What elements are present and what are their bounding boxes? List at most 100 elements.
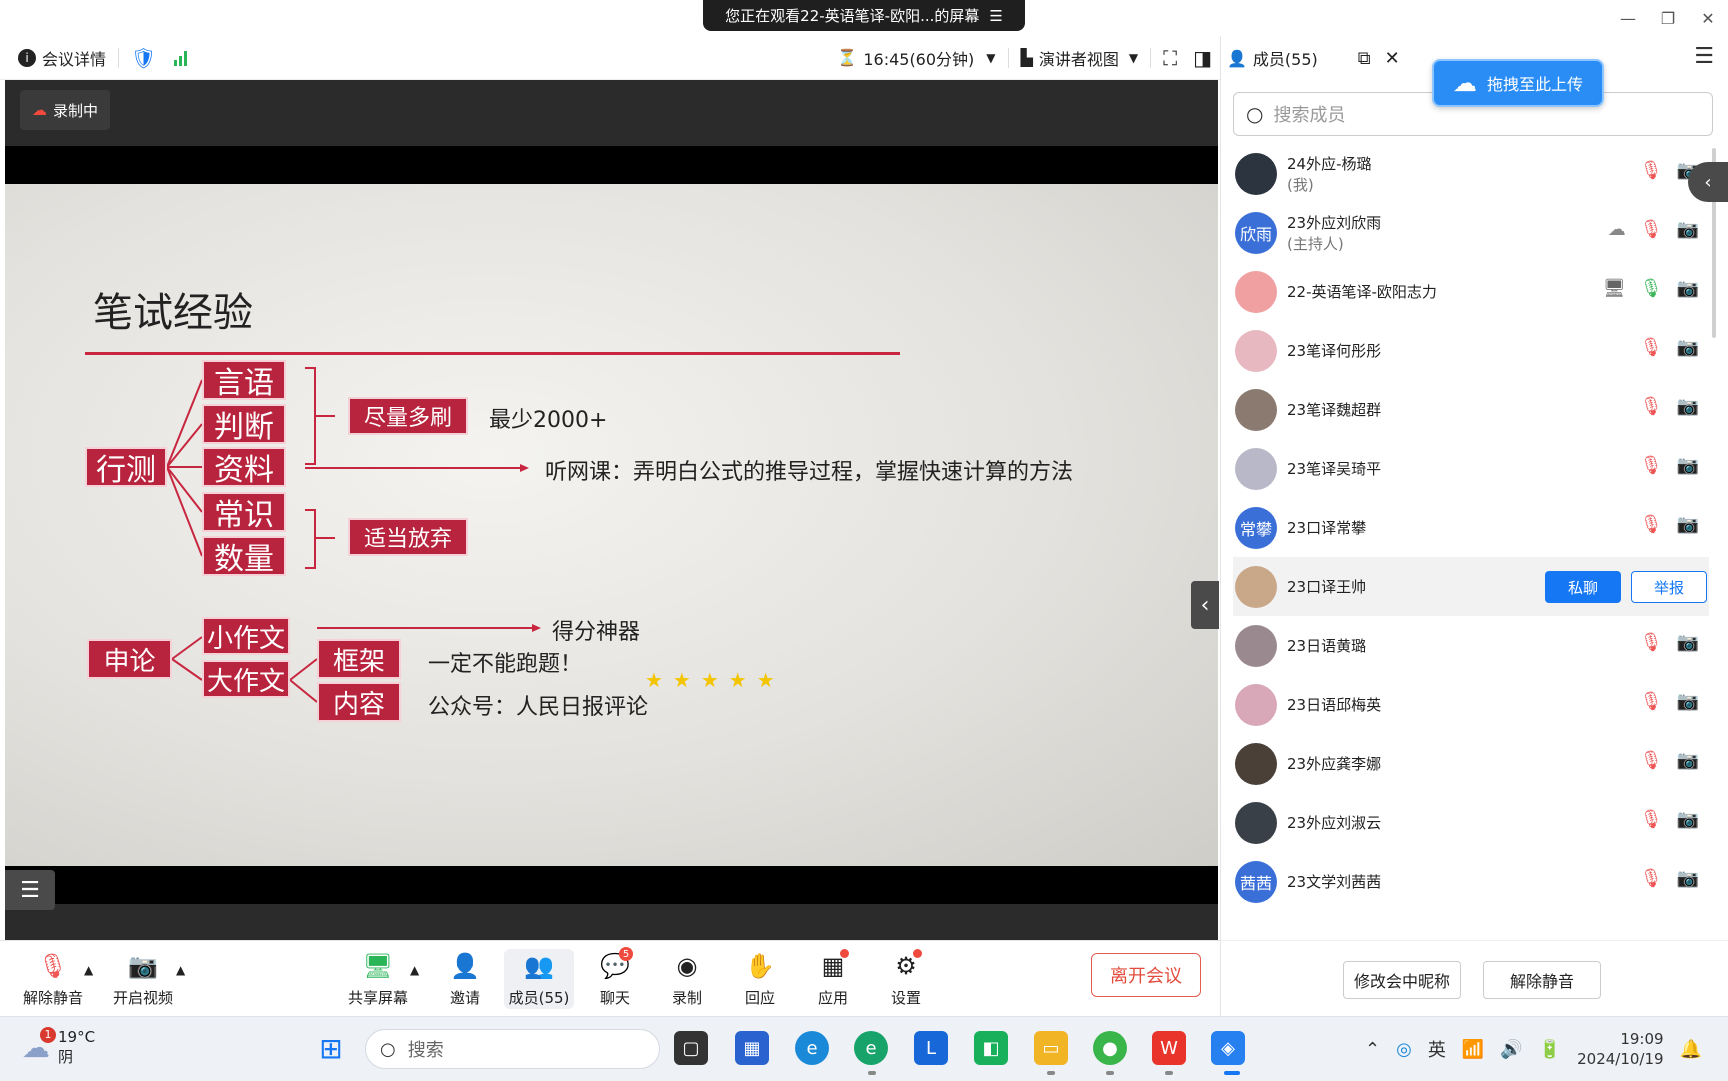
report-button[interactable]: 举报	[1631, 571, 1707, 603]
rename-button[interactable]: 修改会中昵称	[1343, 961, 1461, 999]
camera-off-icon[interactable]: 📷	[1677, 278, 1699, 299]
tray-app-icon[interactable]: ◎	[1396, 1039, 1412, 1060]
wechat-icon[interactable]: ●	[1093, 1031, 1127, 1065]
camera-off-icon[interactable]: 📷	[1677, 632, 1699, 653]
chevron-up-icon[interactable]: ⌃	[1365, 1039, 1380, 1060]
camera-off-icon[interactable]: 📷	[1677, 455, 1699, 476]
mic-muted-icon[interactable]: 🎙	[1640, 396, 1663, 417]
list-item[interactable]: 24外应-杨璐 (我) 🎙 📷	[1233, 144, 1709, 203]
volume-icon[interactable]: 🔊	[1500, 1039, 1522, 1060]
camera-off-icon[interactable]: 📷	[1677, 337, 1699, 358]
menu-icon[interactable]: ☰	[989, 7, 1002, 25]
private-chat-button[interactable]: 私聊	[1545, 571, 1621, 603]
list-item[interactable]: 23笔译魏超群 🎙 📷	[1233, 380, 1709, 439]
edge-browser-icon[interactable]: e	[854, 1031, 888, 1065]
clock[interactable]: 19:09 2024/10/19	[1577, 1029, 1663, 1069]
sidebar-toggle-icon[interactable]: ◨	[1193, 46, 1212, 70]
mic-muted-icon[interactable]: 🎙	[1640, 868, 1663, 889]
camera-off-icon[interactable]: 📷	[1677, 750, 1699, 771]
ime-indicator[interactable]: 英	[1428, 1036, 1446, 1062]
store-icon[interactable]: ▦	[735, 1031, 769, 1065]
screen-share-banner[interactable]: 您正在观看22-英语笔译-欧阳...的屏幕 ☰	[703, 0, 1025, 31]
restore-icon[interactable]: ❐	[1648, 0, 1688, 36]
battery-icon[interactable]: 🔋	[1539, 1039, 1561, 1060]
list-item[interactable]: 23口译王帅 私聊 举报	[1233, 557, 1709, 616]
start-video-button[interactable]: 📷 开启视频	[108, 949, 178, 1008]
mic-muted-icon[interactable]: 🎙	[1640, 514, 1663, 535]
settings-button[interactable]: ⚙ 设置	[871, 949, 941, 1008]
windows-start-icon[interactable]: ⊞	[314, 1031, 348, 1065]
list-item[interactable]: 23日语邱梅英 🎙 📷	[1233, 675, 1709, 734]
mic-muted-icon[interactable]: 🎙	[1640, 691, 1663, 712]
close-window-icon[interactable]: ✕	[1688, 0, 1728, 36]
list-item[interactable]: 23日语黄璐 🎙 📷	[1233, 616, 1709, 675]
timer-button[interactable]: ⏳ 16:45(60分钟) ▼	[837, 46, 995, 70]
chevron-up-icon[interactable]: ▲	[410, 963, 419, 977]
popout-icon[interactable]: ⧉	[1358, 48, 1371, 69]
mic-muted-icon[interactable]: 🎙	[1640, 455, 1663, 476]
lenovo-icon[interactable]: L	[914, 1031, 948, 1065]
node-small-essay: 小作文	[202, 617, 290, 655]
list-item[interactable]: 常攀 23口译常攀 🎙 📷	[1233, 498, 1709, 557]
bag-app-icon[interactable]: ◧	[974, 1031, 1008, 1065]
wps-icon[interactable]: W	[1152, 1031, 1186, 1065]
course-note: 听网课：弄明白公式的推导过程，掌握快速计算的方法	[545, 460, 1074, 485]
list-item[interactable]: 茜茜 23文学刘茜茜 🎙 📷	[1233, 852, 1709, 911]
record-button[interactable]: ◉ 录制	[652, 949, 722, 1008]
list-item[interactable]: 欣雨 23外应刘欣雨 (主持人) ☁ 🎙 📷	[1233, 203, 1709, 262]
chevron-up-icon[interactable]: ▲	[176, 963, 185, 977]
reactions-button[interactable]: ✋ 回应	[725, 949, 795, 1008]
unmute-member-button[interactable]: 解除静音	[1483, 961, 1601, 999]
collapse-panel-chevron-icon[interactable]: ‹	[1191, 581, 1219, 629]
drag-upload-overlay[interactable]: ☁ 拖拽至此上传	[1432, 59, 1604, 107]
content-note: 公众号：人民日报评论	[428, 695, 649, 720]
chat-button[interactable]: 💬 5 聊天	[580, 947, 650, 1008]
meeting-app-icon[interactable]: ◈	[1211, 1031, 1245, 1065]
members-button[interactable]: 👥 成员(55)	[504, 949, 574, 1009]
mic-muted-icon[interactable]: 🎙	[1640, 160, 1663, 181]
notification-bell-icon[interactable]: 🔔	[1680, 1039, 1702, 1060]
list-item[interactable]: 23笔译吴琦平 🎙 📷	[1233, 439, 1709, 498]
signal-icon[interactable]	[174, 50, 188, 66]
meeting-details-button[interactable]: i 会议详情	[18, 46, 106, 70]
wifi-icon[interactable]: 📶	[1462, 1039, 1484, 1060]
chevron-up-icon[interactable]: ▲	[84, 963, 93, 977]
invite-button[interactable]: 👤 邀请	[430, 949, 500, 1008]
taskbar-search-input[interactable]: ○ 搜索	[365, 1029, 660, 1069]
mic-muted-icon[interactable]: 🎙	[1640, 219, 1663, 240]
list-item[interactable]: 22-英语笔译-欧阳志力 🖥 🎙 📷	[1233, 262, 1709, 321]
camera-off-icon[interactable]: 📷	[1677, 396, 1699, 417]
mic-muted-icon[interactable]: 🎙	[1640, 632, 1663, 653]
mic-muted-icon[interactable]: 🎙	[1640, 809, 1663, 830]
edge-icon[interactable]: e	[795, 1031, 829, 1065]
share-screen-button[interactable]: 🖥 共享屏幕	[343, 949, 413, 1008]
camera-off-icon[interactable]: 📷	[1677, 514, 1699, 535]
outline-list-icon[interactable]: ☰	[5, 870, 55, 910]
recording-badge[interactable]: ☁ 录制中	[20, 90, 111, 130]
camera-off-icon[interactable]: 📷	[1677, 219, 1699, 240]
hamburger-menu-icon[interactable]: ☰	[1694, 44, 1714, 69]
camera-off-icon[interactable]: 📷	[1677, 691, 1699, 712]
minimize-icon[interactable]: —	[1608, 0, 1648, 36]
file-explorer-icon[interactable]: ▭	[1034, 1031, 1068, 1065]
unmute-button[interactable]: 🎙 解除静音	[18, 949, 88, 1008]
expand-chevron-icon[interactable]: ‹	[1688, 162, 1728, 202]
list-item[interactable]: 23外应龚李娜 🎙 📷	[1233, 734, 1709, 793]
shield-icon[interactable]: 🛡	[131, 46, 156, 70]
apps-button[interactable]: ▦ 应用	[798, 949, 868, 1008]
mic-muted-icon[interactable]: 🎙	[1640, 337, 1663, 358]
fullscreen-icon[interactable]: ⛶	[1163, 46, 1177, 70]
camera-off-icon[interactable]: 📷	[1677, 868, 1699, 889]
weather-widget[interactable]: ☁ 1 19°C 阴	[22, 1026, 95, 1067]
search-icon: ○	[380, 1038, 396, 1060]
mic-on-icon[interactable]: 🎙	[1640, 278, 1663, 299]
close-panel-icon[interactable]: ✕	[1385, 48, 1400, 69]
mic-muted-icon[interactable]: 🎙	[1640, 750, 1663, 771]
leave-meeting-button[interactable]: 离开会议	[1091, 953, 1201, 997]
list-item[interactable]: 23笔译何彤彤 🎙 📷	[1233, 321, 1709, 380]
task-view-icon[interactable]: ▢	[674, 1031, 708, 1065]
camera-off-icon[interactable]: 📷	[1677, 809, 1699, 830]
hourglass-icon: ⏳	[837, 48, 858, 67]
list-item[interactable]: 23外应刘淑云 🎙 📷	[1233, 793, 1709, 852]
view-mode-button[interactable]: ▙ 演讲者视图 ▼	[1021, 46, 1139, 70]
